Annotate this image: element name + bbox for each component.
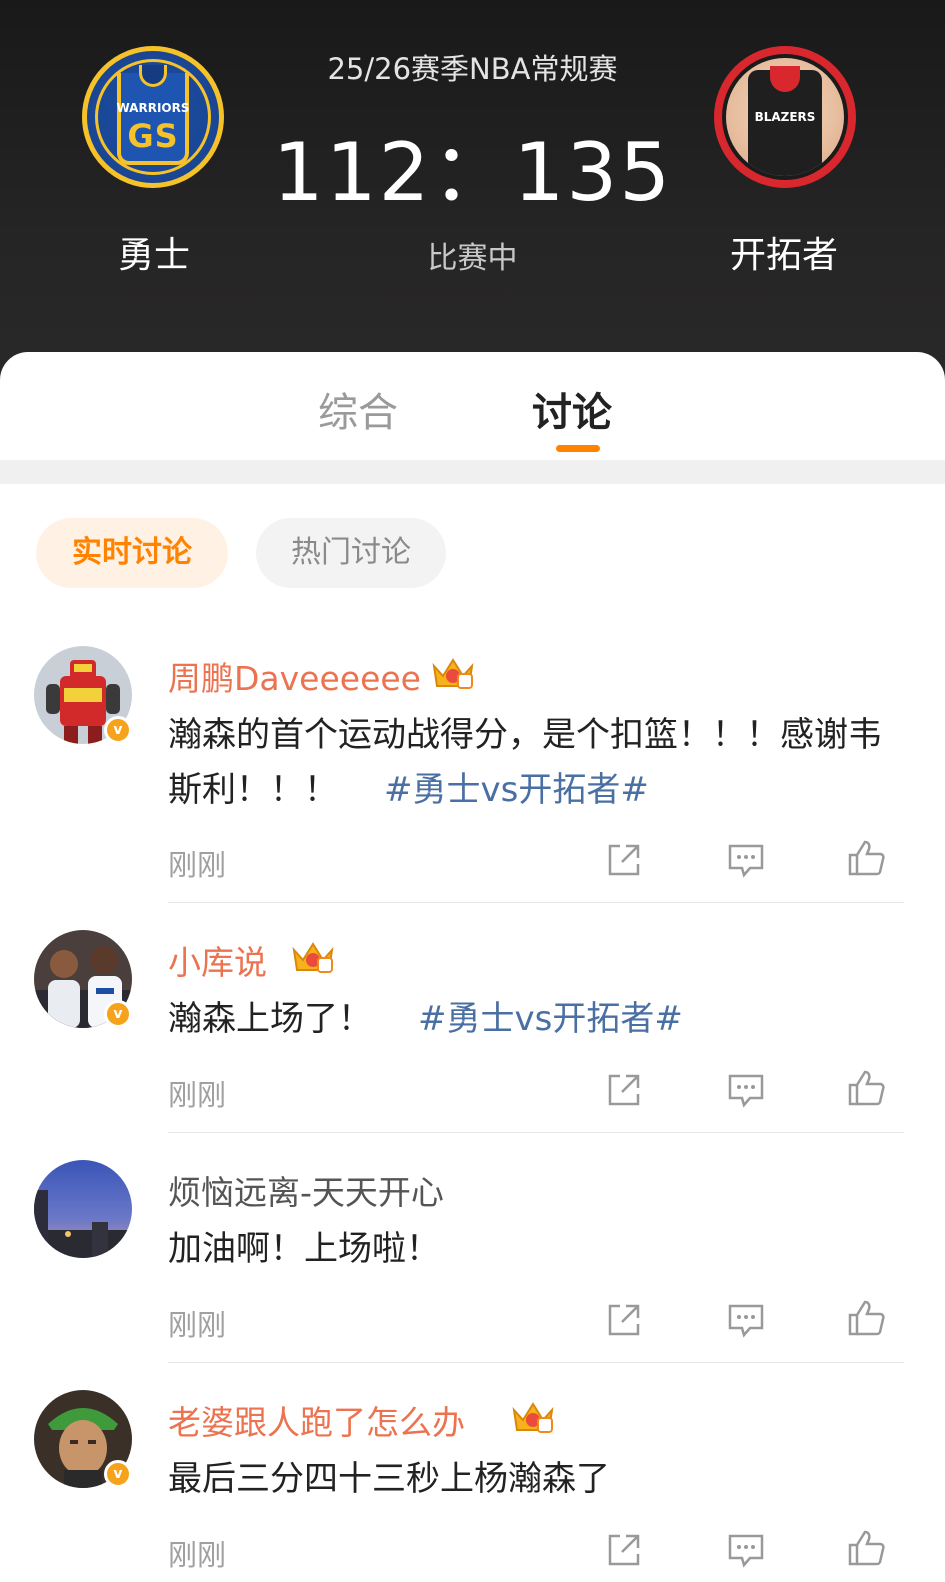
- avatar[interactable]: [34, 1160, 132, 1258]
- username[interactable]: 老婆跟人跑了怎么办: [168, 1396, 465, 1444]
- post-text: 最后三分四十三秒上杨瀚森了: [168, 1452, 888, 1507]
- crown-icon[interactable]: [290, 940, 336, 974]
- verified-icon: v: [104, 1460, 132, 1488]
- post-item: v 周鹏Daveeeeee 瀚森的首个运动战得分，是个扣篮！！！感谢韦斯利！！！…: [0, 646, 945, 903]
- content-sheet: 综合 讨论 实时讨论 热门讨论 v 周鹏Daveeeeee 瀚森的首个运动战得分…: [0, 352, 945, 1582]
- hashtag-link[interactable]: #勇士vs开拓者#: [418, 999, 683, 1039]
- comment-icon[interactable]: [726, 840, 766, 880]
- post-time: 刚刚: [168, 848, 227, 882]
- filter-hot[interactable]: 热门讨论: [256, 518, 446, 588]
- post-content: 加油啊！上场啦！: [168, 1229, 440, 1269]
- username[interactable]: 周鹏Daveeeeee: [168, 652, 421, 700]
- tab-overview[interactable]: 综合: [318, 380, 398, 438]
- blazers-logo[interactable]: BLAZERS: [714, 46, 856, 188]
- post-text: 加油啊！上场啦！: [168, 1222, 888, 1277]
- post-content: 最后三分四十三秒上杨瀚森了: [168, 1459, 610, 1499]
- like-icon[interactable]: [846, 838, 886, 878]
- like-icon[interactable]: [846, 1068, 886, 1108]
- like-icon[interactable]: [846, 1298, 886, 1338]
- post-time: 刚刚: [168, 1308, 227, 1342]
- filter-realtime[interactable]: 实时讨论: [36, 518, 228, 588]
- avatar-image: [34, 1160, 132, 1258]
- post-time: 刚刚: [168, 1078, 227, 1112]
- comment-icon[interactable]: [726, 1530, 766, 1570]
- post-divider: [168, 902, 904, 903]
- share-icon[interactable]: [604, 840, 644, 880]
- crown-icon[interactable]: [430, 656, 476, 690]
- comment-icon[interactable]: [726, 1070, 766, 1110]
- section-divider: [0, 460, 945, 484]
- post-item: v 老婆跟人跑了怎么办 最后三分四十三秒上杨瀚森了 刚刚: [0, 1390, 945, 1582]
- page: WARRIORS GS 勇士 25/26赛季NBA常规赛 112：135 比赛中…: [0, 0, 945, 1582]
- post-text: 瀚森上场了！ #勇士vs开拓者#: [168, 992, 888, 1047]
- tab-bar: 综合 讨论: [0, 352, 945, 460]
- username[interactable]: 烦恼远离-天天开心: [168, 1166, 444, 1214]
- active-tab-indicator: [556, 445, 600, 452]
- share-icon[interactable]: [604, 1070, 644, 1110]
- post-item: v 小库说 瀚森上场了！ #勇士vs开拓者# 刚刚: [0, 930, 945, 1160]
- scoreboard-header: WARRIORS GS 勇士 25/26赛季NBA常规赛 112：135 比赛中…: [0, 0, 945, 400]
- post-divider: [168, 1362, 904, 1363]
- comment-icon[interactable]: [726, 1300, 766, 1340]
- logo-wordmark: BLAZERS: [754, 110, 816, 124]
- crown-icon[interactable]: [510, 1400, 556, 1434]
- logo-inner: BLAZERS: [726, 58, 844, 176]
- verified-icon: v: [104, 1000, 132, 1028]
- tab-discussion[interactable]: 讨论: [532, 380, 612, 438]
- post-content: 瀚森上场了！: [168, 999, 372, 1039]
- like-icon[interactable]: [846, 1528, 886, 1568]
- username[interactable]: 小库说: [168, 936, 267, 984]
- post-item: 烦恼远离-天天开心 加油啊！上场啦！ 刚刚: [0, 1160, 945, 1390]
- share-icon[interactable]: [604, 1300, 644, 1340]
- verified-icon: v: [104, 716, 132, 744]
- post-time: 刚刚: [168, 1538, 227, 1572]
- post-text: 瀚森的首个运动战得分，是个扣篮！！！感谢韦斯利！！！ #勇士vs开拓者#: [168, 708, 888, 818]
- away-team-name[interactable]: 开拓者: [684, 226, 884, 278]
- share-icon[interactable]: [604, 1530, 644, 1570]
- post-divider: [168, 1132, 904, 1133]
- hashtag-link[interactable]: #勇士vs开拓者#: [384, 770, 649, 810]
